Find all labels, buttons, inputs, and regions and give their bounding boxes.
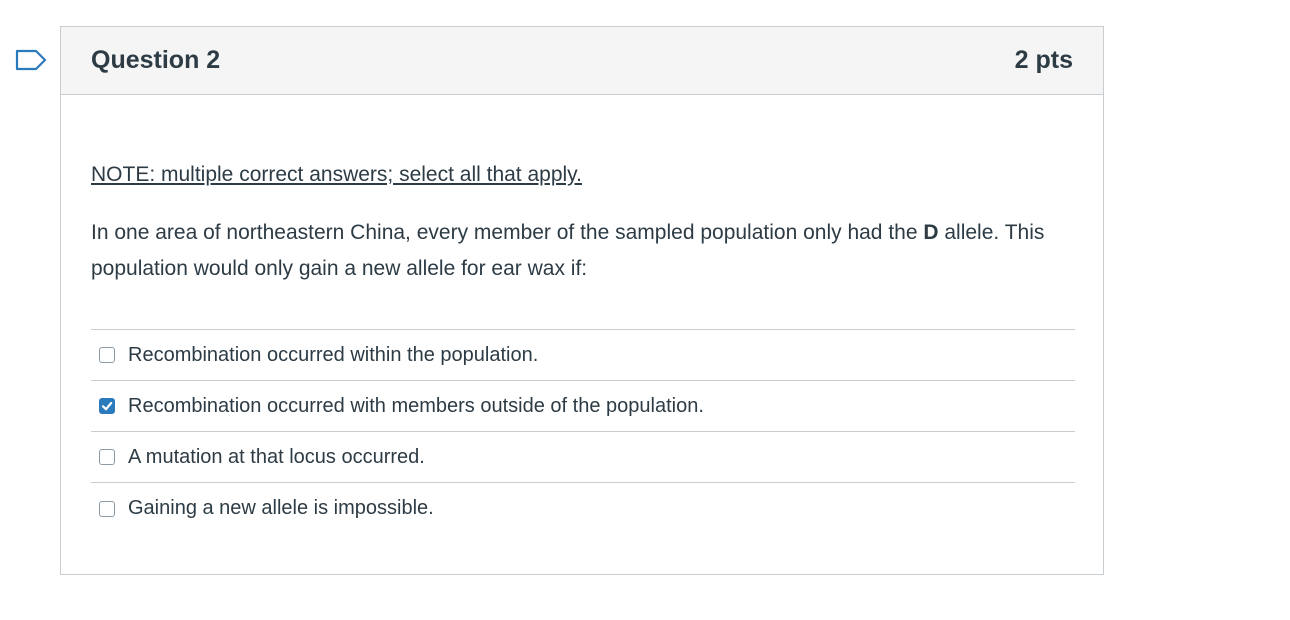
answer-checkbox[interactable] [99, 398, 115, 414]
answer-list: Recombination occurred within the popula… [91, 329, 1075, 534]
answer-option-4[interactable]: Gaining a new allele is impossible. [91, 483, 1075, 534]
answer-option-1[interactable]: Recombination occurred within the popula… [91, 330, 1075, 381]
answer-label: Recombination occurred with members outs… [128, 394, 704, 417]
answer-label: A mutation at that locus occurred. [128, 445, 425, 468]
question-prompt: In one area of northeastern China, every… [91, 215, 1081, 287]
flag-question-icon[interactable] [14, 48, 48, 72]
question-card: Question 2 2 pts NOTE: multiple correct … [60, 26, 1104, 575]
question-body: NOTE: multiple correct answers; select a… [61, 161, 1103, 534]
answer-label: Recombination occurred within the popula… [128, 343, 539, 366]
question-note: NOTE: multiple correct answers; select a… [91, 163, 582, 186]
answer-checkbox[interactable] [99, 500, 115, 517]
answer-option-3[interactable]: A mutation at that locus occurred. [91, 432, 1075, 483]
answer-option-2[interactable]: Recombination occurred with members outs… [91, 381, 1075, 432]
answer-label: Gaining a new allele is impossible. [128, 497, 434, 519]
answer-checkbox[interactable] [99, 449, 115, 465]
answer-checkbox[interactable] [99, 347, 115, 363]
question-title: Question 2 [91, 46, 221, 74]
question-header: Question 2 2 pts [61, 27, 1103, 95]
question-points: 2 pts [1014, 46, 1073, 74]
checkmark-icon [101, 401, 113, 411]
prompt-text-before: In one area of northeastern China, every… [91, 221, 924, 244]
prompt-bold-allele: D [923, 221, 939, 244]
